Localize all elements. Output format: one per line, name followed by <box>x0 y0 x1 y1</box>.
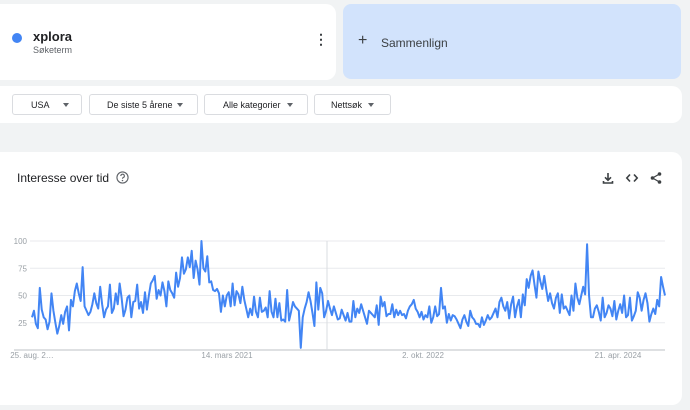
term-name[interactable]: xplora <box>33 29 72 44</box>
share-icon[interactable] <box>649 171 663 185</box>
filter-category-dropdown[interactable]: Alle kategorier <box>204 94 308 115</box>
more-vert-icon[interactable]: ⋮ <box>313 32 329 50</box>
compare-label[interactable]: Sammenlign <box>381 36 448 50</box>
term-color-dot <box>12 33 22 43</box>
filter-time-dropdown[interactable]: De siste 5 årene <box>89 94 198 115</box>
filter-region-label: USA <box>31 100 50 110</box>
help-icon[interactable] <box>116 171 129 184</box>
term-type-label: Søketerm <box>33 45 73 55</box>
chevron-down-icon <box>177 103 183 107</box>
chart-title: Interesse over tid <box>17 171 110 185</box>
filter-search-type-label: Nettsøk <box>331 100 363 110</box>
filter-category-label: Alle kategorier <box>223 100 281 110</box>
filter-search-type-dropdown[interactable]: Nettsøk <box>314 94 391 115</box>
plus-icon[interactable]: + <box>358 33 367 49</box>
chevron-down-icon <box>63 103 69 107</box>
chevron-down-icon <box>287 103 293 107</box>
filter-region-dropdown[interactable]: USA <box>12 94 82 115</box>
download-icon[interactable] <box>601 171 615 185</box>
interest-over-time-card <box>0 152 682 405</box>
embed-code-icon[interactable] <box>625 171 639 185</box>
filter-time-label: De siste 5 årene <box>107 100 173 110</box>
chevron-down-icon <box>368 103 374 107</box>
